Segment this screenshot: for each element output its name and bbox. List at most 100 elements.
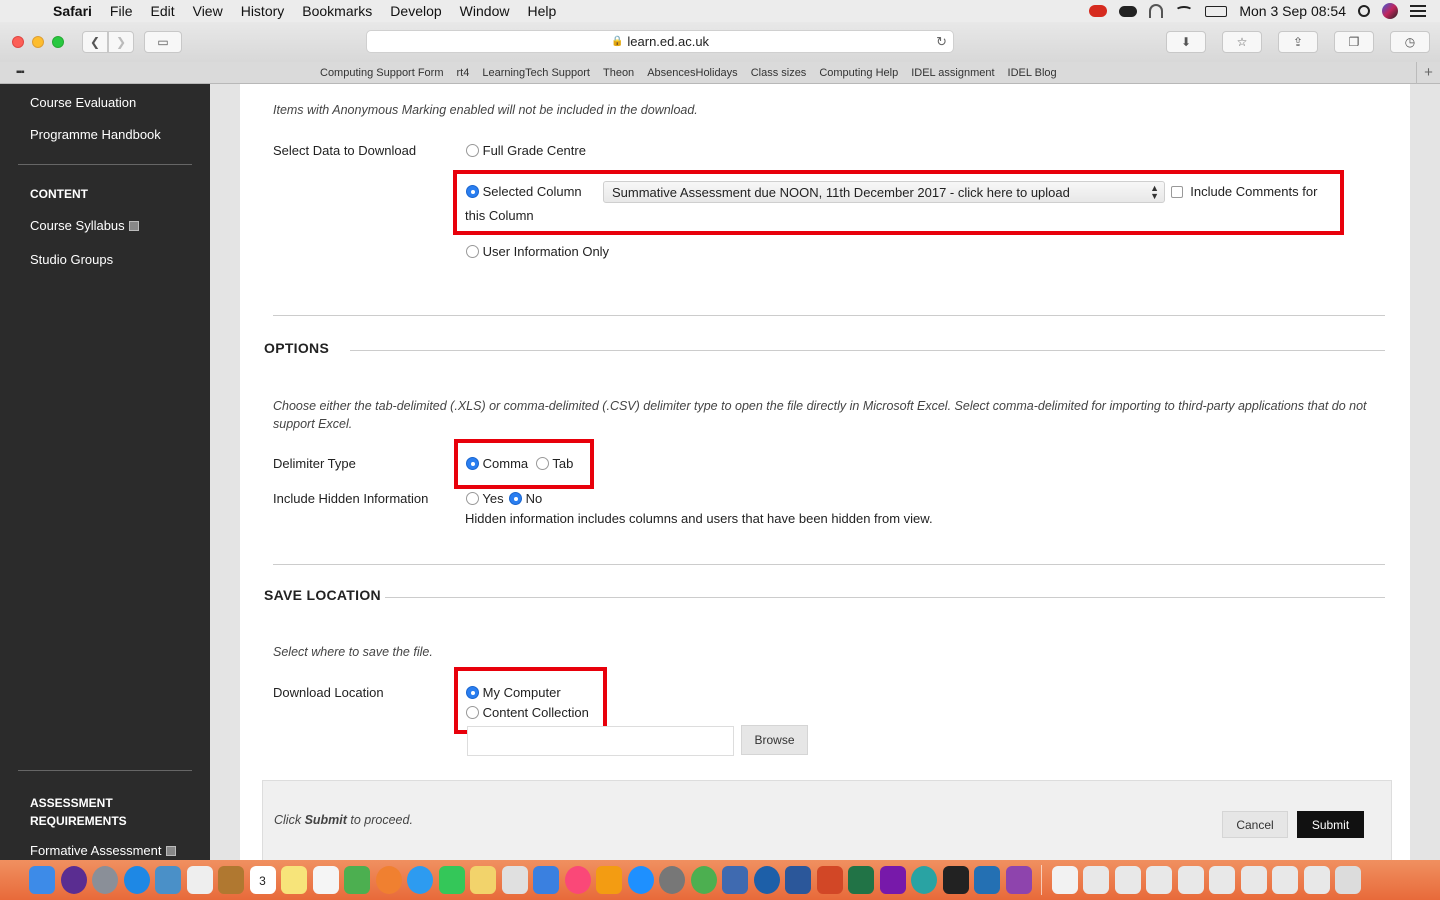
column-select[interactable]: Summative Assessment due NOON, 11th Dece…	[603, 181, 1165, 203]
bookmark-absences-holidays[interactable]: AbsencesHolidays	[647, 67, 738, 79]
menu-bookmarks[interactable]: Bookmarks	[293, 3, 381, 19]
option-full-grade-centre[interactable]: Full Grade Centre	[466, 143, 586, 158]
document-stack-icon[interactable]	[1051, 866, 1078, 894]
trash-icon[interactable]	[1335, 866, 1361, 894]
clock[interactable]: Mon 3 Sep 08:54	[1239, 3, 1346, 19]
nav-course-evaluation[interactable]: Course Evaluation	[30, 95, 136, 110]
share-button[interactable]: ⇪	[1278, 31, 1318, 53]
network-icon[interactable]	[722, 866, 748, 894]
delimiter-comma-option[interactable]: Comma	[466, 456, 528, 471]
history-button[interactable]: ◷	[1390, 31, 1430, 53]
tabs-overview-button[interactable]: ❐	[1334, 31, 1374, 53]
downloads-button[interactable]: ⬇	[1166, 31, 1206, 53]
quicktime-icon[interactable]	[753, 866, 780, 894]
menu-app-safari[interactable]: Safari	[44, 3, 101, 19]
bookmark-computing-help[interactable]: Computing Help	[819, 67, 898, 79]
content-collection-radio[interactable]	[466, 706, 479, 719]
selected-column-radio[interactable]	[466, 185, 479, 198]
contacts-icon[interactable]	[218, 866, 244, 894]
bookmark-class-sizes[interactable]: Class sizes	[751, 67, 807, 79]
minimize-window-button[interactable]	[32, 36, 44, 48]
hidden-yes-radio[interactable]	[466, 492, 479, 505]
time-machine-icon[interactable]	[911, 866, 937, 894]
word-icon[interactable]	[785, 866, 811, 894]
bookmark-computing-support-form[interactable]: Computing Support Form	[320, 67, 444, 79]
menu-window[interactable]: Window	[451, 3, 519, 19]
facetime-icon[interactable]	[438, 866, 465, 894]
terminal-icon[interactable]	[942, 866, 969, 894]
delimiter-tab-radio[interactable]	[536, 457, 549, 470]
excel-icon[interactable]	[848, 866, 874, 894]
document-stack-icon[interactable]	[1209, 866, 1235, 894]
arch-icon[interactable]	[1149, 4, 1164, 18]
option-selected-column[interactable]: Selected Column	[466, 184, 582, 199]
hidden-no-radio[interactable]	[509, 492, 522, 505]
document-stack-icon[interactable]	[1303, 866, 1330, 894]
finder-icon[interactable]	[29, 866, 55, 894]
location-my-computer-option[interactable]: My Computer	[466, 685, 561, 700]
notes-icon[interactable]	[281, 866, 307, 894]
nav-programme-handbook[interactable]: Programme Handbook	[30, 127, 161, 142]
delimiter-comma-radio[interactable]	[466, 457, 479, 470]
browse-button[interactable]: Browse	[741, 725, 808, 755]
launchpad-icon[interactable]	[92, 866, 118, 894]
preview-icon[interactable]	[155, 866, 181, 894]
menu-history[interactable]: History	[232, 3, 294, 19]
document-stack-icon[interactable]	[1272, 866, 1298, 894]
menu-edit[interactable]: Edit	[141, 3, 183, 19]
photos-icon[interactable]	[375, 866, 402, 894]
notification-center-icon[interactable]	[1410, 5, 1426, 17]
maps-icon[interactable]	[344, 866, 370, 894]
forward-button[interactable]: ❯	[108, 31, 134, 53]
chrome-icon[interactable]	[690, 866, 717, 894]
cancel-button[interactable]: Cancel	[1222, 811, 1288, 838]
nav-formative-assessment[interactable]: Formative Assessment	[30, 843, 176, 858]
siri-icon[interactable]	[60, 866, 87, 894]
document-stack-icon[interactable]	[1083, 866, 1109, 894]
app-store-icon[interactable]	[627, 866, 654, 894]
include-comments-option[interactable]: Include Comments for	[1171, 184, 1317, 199]
close-window-button[interactable]	[12, 36, 24, 48]
siri-icon[interactable]	[1382, 3, 1398, 19]
onenote-icon[interactable]	[879, 866, 906, 894]
menu-file[interactable]: File	[101, 3, 142, 19]
visual-studio-icon[interactable]	[974, 866, 1000, 894]
keynote-icon[interactable]	[533, 866, 559, 894]
battery-icon[interactable]	[1205, 5, 1228, 17]
option-user-info-only[interactable]: User Information Only	[466, 244, 609, 259]
pages-icon[interactable]	[470, 866, 496, 894]
spotlight-search-icon[interactable]	[1358, 5, 1370, 17]
system-preferences-icon[interactable]	[659, 866, 685, 894]
submit-button[interactable]: Submit	[1297, 811, 1364, 838]
bookmark-learningtech-support[interactable]: LearningTech Support	[482, 67, 590, 79]
file-path-input[interactable]	[467, 726, 734, 756]
menu-help[interactable]: Help	[518, 3, 565, 19]
include-comments-checkbox[interactable]	[1171, 186, 1183, 198]
sidebar-toggle-button[interactable]: ▭	[144, 31, 182, 53]
delimiter-tab-option[interactable]: Tab	[536, 456, 573, 471]
calendar-icon[interactable]: 3	[249, 866, 276, 894]
bookmark-idel-blog[interactable]: IDEL Blog	[1008, 67, 1057, 79]
hidden-yes-option[interactable]: Yes	[466, 491, 504, 506]
reminders-icon[interactable]	[312, 866, 339, 894]
address-bar[interactable]: 🔒 learn.ed.ac.uk ↻	[366, 30, 954, 53]
reload-icon[interactable]: ↻	[936, 34, 947, 50]
imovie-icon[interactable]	[1005, 866, 1032, 894]
itunes-icon[interactable]	[564, 866, 591, 894]
bookmark-theon[interactable]: Theon	[603, 67, 634, 79]
nav-studio-groups[interactable]: Studio Groups	[30, 252, 113, 267]
document-stack-icon[interactable]	[1114, 866, 1141, 894]
new-tab-button[interactable]: +	[1416, 62, 1440, 84]
textedit-icon[interactable]	[186, 866, 213, 894]
messages-icon[interactable]	[407, 866, 433, 894]
user-info-only-radio[interactable]	[466, 245, 479, 258]
ibooks-icon[interactable]	[596, 866, 622, 894]
top-sites-grid-icon[interactable]: ▪▪▪	[16, 67, 32, 78]
bookmark-idel-assignment[interactable]: IDEL assignment	[911, 67, 994, 79]
my-computer-radio[interactable]	[466, 686, 479, 699]
location-content-collection-option[interactable]: Content Collection	[466, 705, 589, 720]
zoom-window-button[interactable]	[52, 36, 64, 48]
wifi-icon[interactable]	[1175, 6, 1194, 16]
menu-view[interactable]: View	[184, 3, 232, 19]
bookmark-rt4[interactable]: rt4	[457, 67, 470, 79]
